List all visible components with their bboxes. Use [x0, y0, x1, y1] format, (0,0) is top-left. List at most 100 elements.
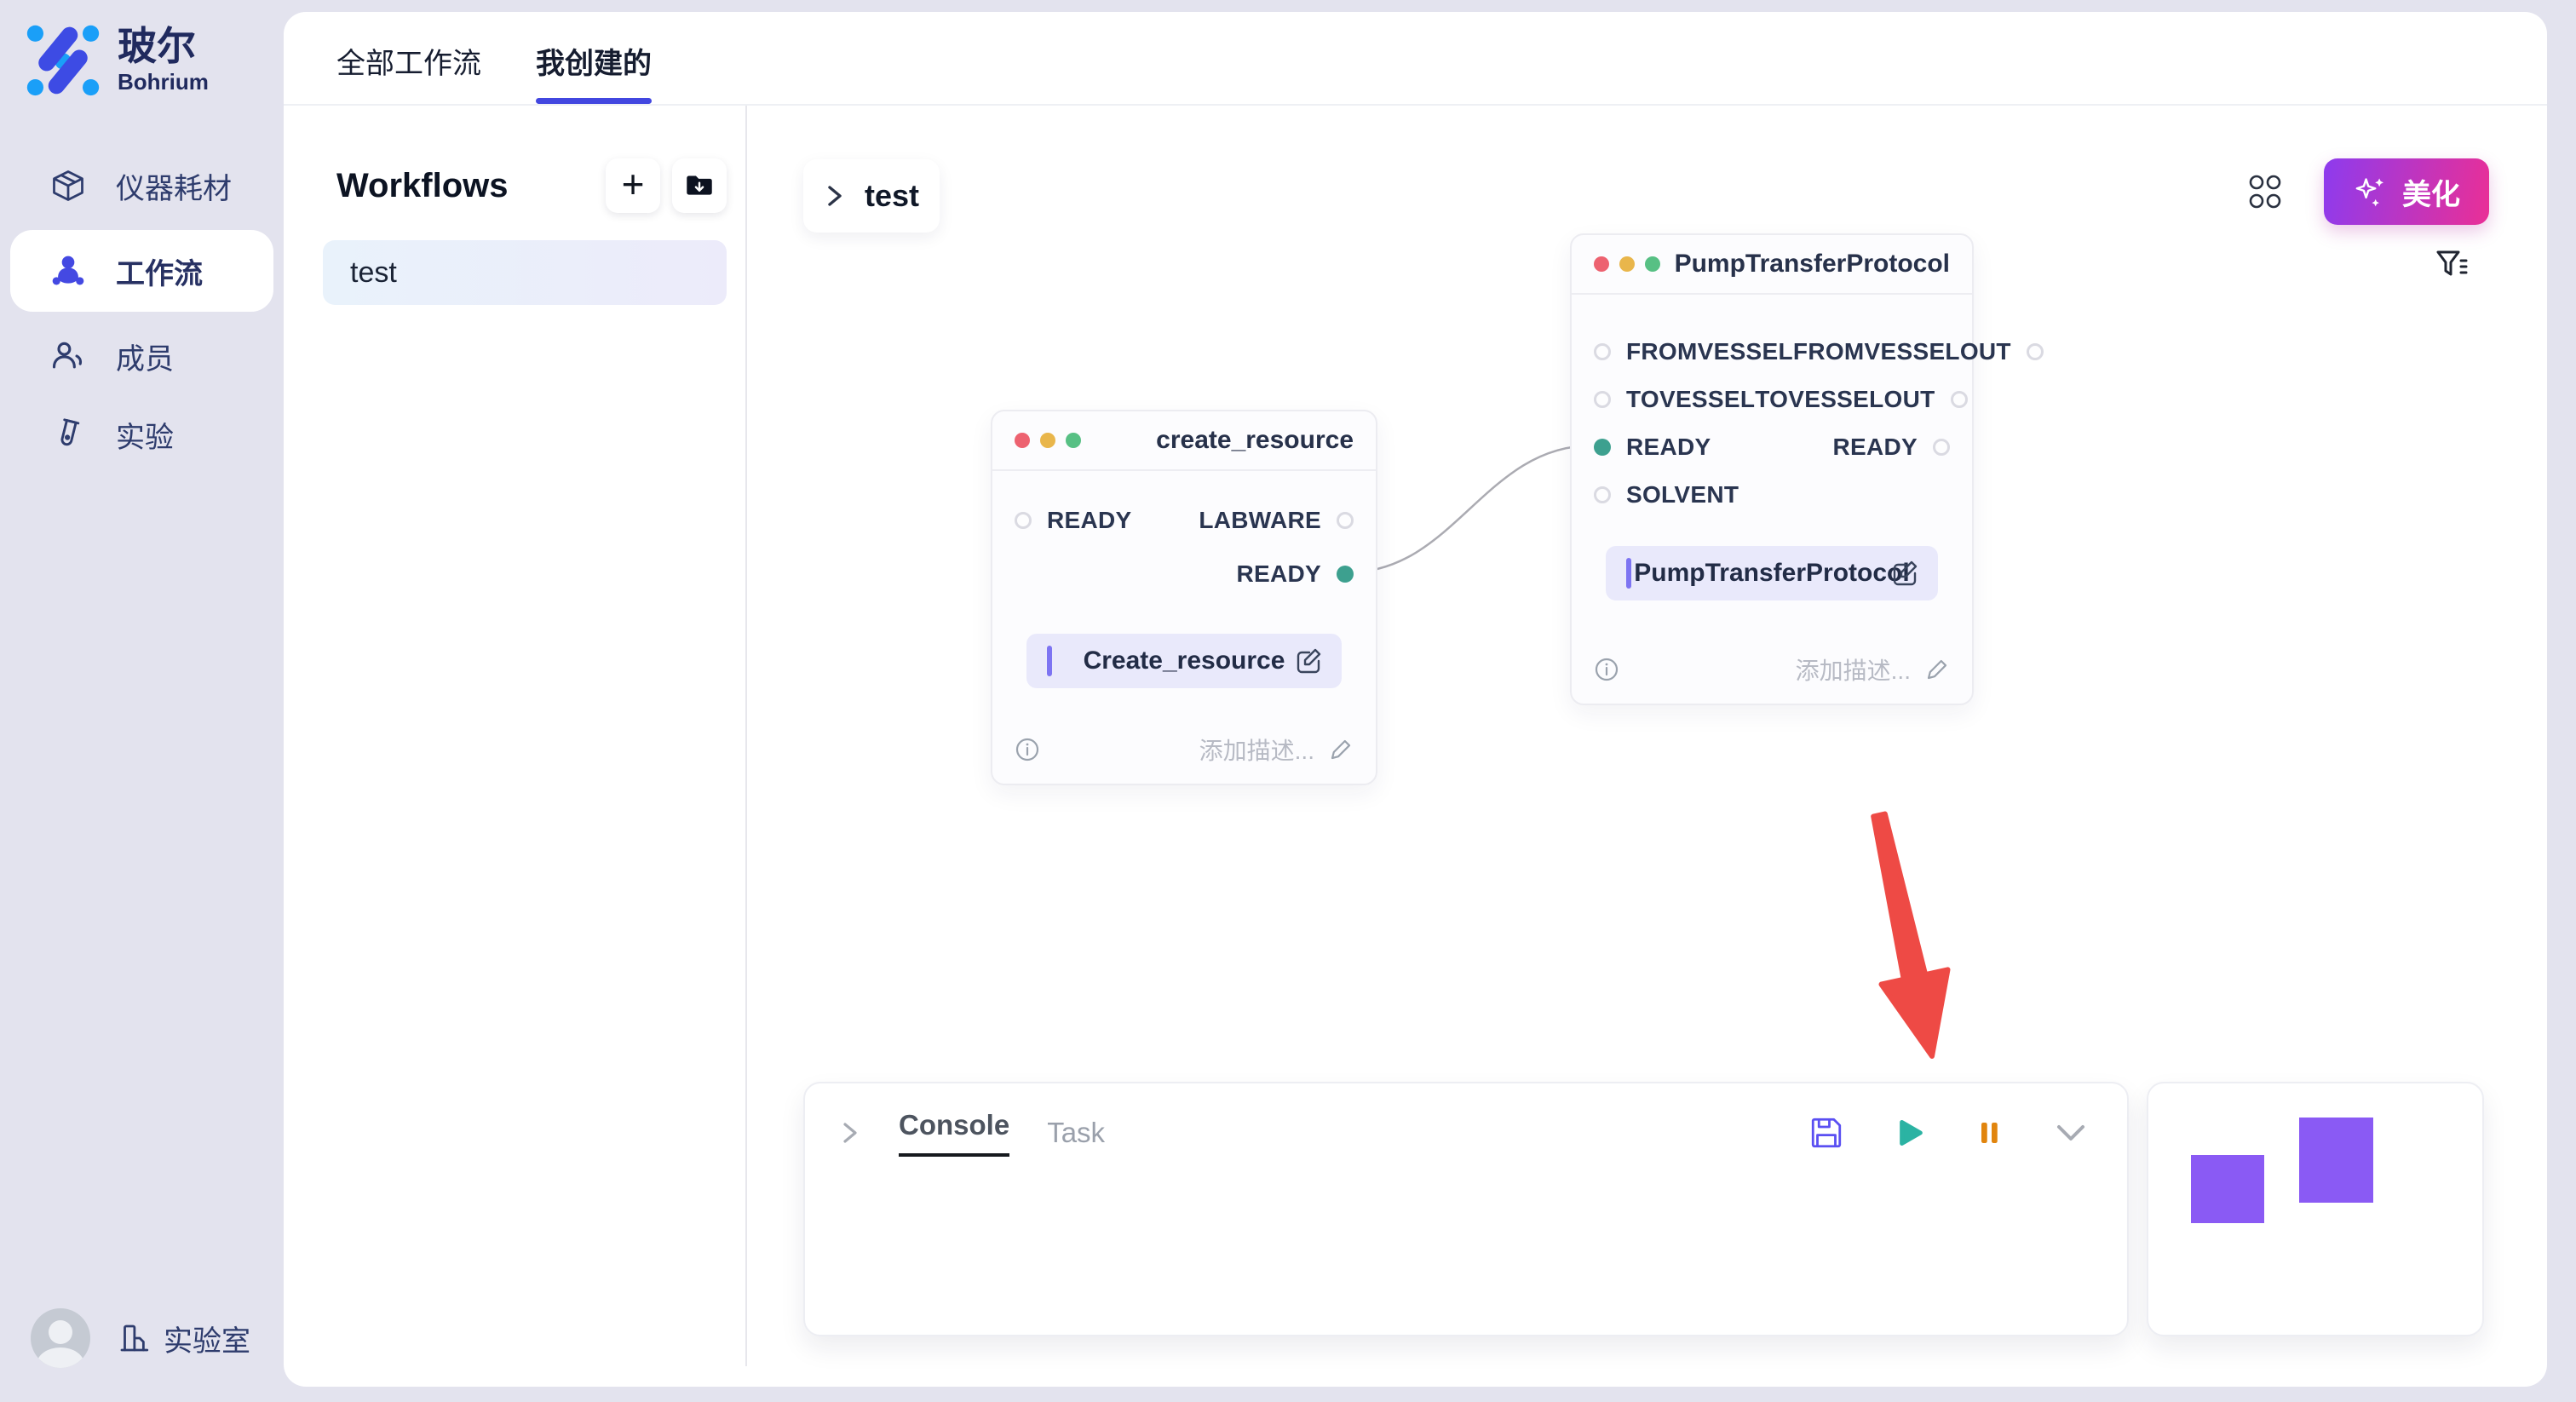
port-label: TOVESSEL	[1626, 386, 1755, 413]
workflow-item-name: test	[350, 256, 397, 290]
description-placeholder[interactable]: 添加描述...	[1796, 652, 1911, 687]
node-header: PumpTransferProtocol	[1572, 235, 1972, 295]
node-pump-transfer-protocol[interactable]: PumpTransferProtocol FROMVESSEL FROMVESS…	[1570, 233, 1974, 705]
console-actions	[1808, 1115, 2090, 1151]
beautify-label: 美化	[2402, 171, 2460, 213]
workflow-canvas[interactable]: test 美化	[747, 106, 2547, 1387]
sidebar-item-label: 工作流	[116, 250, 203, 292]
add-workflow-button[interactable]: +	[606, 158, 660, 213]
main-content: 全部工作流 我创建的 Workflows +	[284, 12, 2547, 1387]
workflow-panel-header: Workflows +	[284, 106, 745, 213]
dot-green-icon	[1066, 433, 1081, 448]
console-panel: Console Task	[803, 1082, 2129, 1336]
expand-chevron-icon[interactable]	[839, 1118, 861, 1147]
edit-square-icon[interactable]	[1890, 559, 1919, 588]
port-dot[interactable]	[1337, 512, 1354, 529]
pill-accent-bar	[1626, 558, 1631, 589]
output-port-fromvesselout: FROMVESSELOUT	[1793, 338, 2044, 365]
dot-red-icon	[1015, 433, 1030, 448]
import-folder-button[interactable]	[672, 158, 727, 213]
pause-icon[interactable]	[1974, 1118, 2004, 1148]
pill-label: PumpTransferProtocol	[1634, 559, 1909, 588]
filter-icon[interactable]	[2433, 245, 2470, 283]
pill-accent-bar	[1047, 646, 1052, 676]
info-icon[interactable]	[1594, 657, 1619, 682]
save-icon[interactable]	[1808, 1115, 1844, 1151]
tab-bar: 全部工作流 我创建的	[284, 12, 2547, 106]
brand-logo: 玻尔 Bohrium	[24, 20, 209, 99]
traffic-dots	[1594, 256, 1660, 272]
run-play-icon[interactable]	[1892, 1116, 1926, 1150]
input-port-fromvessel: FROMVESSEL	[1594, 338, 1793, 365]
command-grid-icon[interactable]	[2245, 172, 2285, 211]
port-label: TOVESSELOUT	[1755, 386, 1935, 413]
port-dot-connected[interactable]	[1337, 566, 1354, 583]
sidebar-nav: 仪器耗材 工作流 成员	[0, 147, 284, 474]
pencil-icon[interactable]	[1328, 737, 1354, 762]
input-port-solvent: SOLVENT	[1594, 481, 1739, 509]
sidebar: 玻尔 Bohrium 仪器耗材 工作流	[0, 0, 284, 1402]
output-port-ready: READY	[1832, 434, 1950, 461]
canvas-breadcrumb[interactable]: test	[803, 159, 940, 233]
port-dot[interactable]	[1015, 512, 1032, 529]
package-box-icon	[49, 167, 87, 204]
port-dot[interactable]	[1594, 391, 1611, 408]
sidebar-item-label: 仪器耗材	[116, 165, 232, 207]
description-placeholder[interactable]: 添加描述...	[1199, 733, 1314, 767]
beautify-button[interactable]: 美化	[2324, 158, 2489, 225]
output-port-ready: READY	[1236, 560, 1354, 588]
minimap-node-create-resource	[2191, 1155, 2264, 1223]
node-title: PumpTransferProtocol	[1675, 250, 1950, 279]
sidebar-item-instruments[interactable]: 仪器耗材	[0, 147, 284, 225]
edit-square-icon[interactable]	[1294, 646, 1323, 675]
dot-yellow-icon	[1040, 433, 1055, 448]
info-icon[interactable]	[1015, 737, 1040, 762]
port-label: READY	[1832, 434, 1918, 461]
node-ports: FROMVESSEL FROMVESSELOUT TOVESSEL TOVESS…	[1572, 333, 1972, 600]
brand-title: 玻尔	[118, 26, 209, 66]
port-dot-connected[interactable]	[1594, 439, 1611, 456]
workflow-list-item[interactable]: test	[323, 240, 727, 305]
bohrium-logo-icon	[24, 20, 102, 99]
port-dot[interactable]	[1594, 343, 1611, 360]
members-icon	[49, 337, 87, 375]
port-label: READY	[1047, 507, 1132, 534]
dot-green-icon	[1645, 256, 1660, 272]
port-dot[interactable]	[1951, 391, 1968, 408]
tab-created-by-me[interactable]: 我创建的	[536, 40, 652, 104]
node-action-pill[interactable]: Create_resource	[1026, 634, 1342, 688]
port-label: READY	[1236, 560, 1321, 588]
workflow-person-icon	[49, 252, 87, 290]
pill-label: Create_resource	[1084, 646, 1285, 675]
sidebar-item-experiments[interactable]: 实验	[0, 395, 284, 474]
input-port-ready: READY	[1015, 507, 1132, 534]
workspace-label: 实验室	[164, 1318, 250, 1359]
port-label: LABWARE	[1199, 507, 1321, 534]
node-action-pill[interactable]: PumpTransferProtocol	[1606, 546, 1938, 600]
port-dot[interactable]	[1933, 439, 1950, 456]
test-tube-icon	[49, 416, 87, 453]
workspace-switcher[interactable]: 实验室	[116, 1318, 250, 1359]
breadcrumb-label: test	[865, 178, 919, 214]
node-title: create_resource	[1156, 426, 1354, 455]
port-label: SOLVENT	[1626, 481, 1739, 509]
tab-all-workflows[interactable]: 全部工作流	[336, 40, 481, 104]
sidebar-footer: 实验室	[31, 1308, 250, 1368]
sidebar-item-members[interactable]: 成员	[0, 317, 284, 395]
brand-subtitle: Bohrium	[118, 71, 209, 94]
canvas-top-controls: 美化	[2245, 158, 2489, 225]
collapse-chevron-down-icon[interactable]	[2052, 1120, 2090, 1146]
console-tab[interactable]: Console	[899, 1109, 1009, 1157]
tab-label: 我创建的	[536, 48, 652, 80]
port-dot[interactable]	[2027, 343, 2044, 360]
pencil-icon[interactable]	[1924, 657, 1950, 682]
task-tab[interactable]: Task	[1047, 1117, 1105, 1149]
chevron-right-icon	[824, 181, 846, 210]
port-dot[interactable]	[1594, 486, 1611, 503]
node-create-resource[interactable]: create_resource READY LABWARE	[991, 410, 1377, 785]
minimap-panel[interactable]	[2147, 1082, 2484, 1336]
user-avatar[interactable]	[31, 1308, 90, 1368]
sidebar-item-workflow[interactable]: 工作流	[10, 230, 273, 312]
input-port-tovessel: TOVESSEL	[1594, 386, 1755, 413]
tab-label: 全部工作流	[336, 48, 481, 80]
